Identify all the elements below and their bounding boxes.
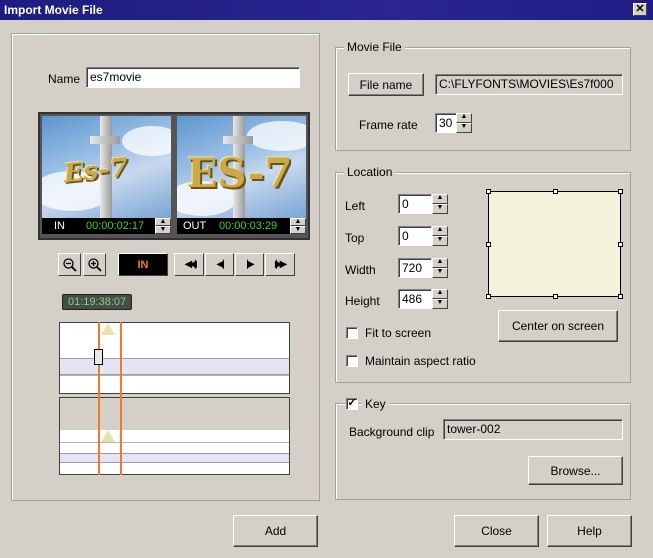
in-timecode: 00:00:02:17 xyxy=(86,220,145,232)
resize-handle-bl[interactable] xyxy=(486,294,491,299)
out-thumbnail: ES-7 xyxy=(177,116,306,218)
in-timecode-spinner[interactable]: ▲ ▼ xyxy=(155,218,171,234)
forward-end-icon: |▶▶ xyxy=(275,259,287,270)
in-timecode-bar: IN 00:00:02:17 xyxy=(42,218,171,234)
playhead-handle[interactable] xyxy=(94,349,103,365)
height-label: Height xyxy=(345,294,380,308)
top-spinner[interactable]: ▲ ▼ xyxy=(432,226,448,246)
timeline-lower[interactable] xyxy=(59,397,290,475)
rewind-start-icon: ◀◀| xyxy=(184,259,197,270)
height-input[interactable]: 486 xyxy=(398,289,432,309)
resize-handle-tr[interactable] xyxy=(618,189,623,194)
resize-handle-tc[interactable] xyxy=(553,189,558,194)
resize-handle-mr[interactable] xyxy=(618,242,623,247)
maintain-aspect-label[interactable]: Maintain aspect ratio xyxy=(365,354,476,368)
frame-rate-label: Frame rate xyxy=(359,118,418,132)
help-button[interactable]: Help xyxy=(547,515,632,547)
browse-button[interactable]: Browse... xyxy=(528,456,623,485)
step-back-button[interactable]: ◀| xyxy=(205,253,234,276)
fit-to-screen-label[interactable]: Fit to screen xyxy=(365,326,431,340)
add-button[interactable]: Add xyxy=(233,515,318,547)
out-timecode-bar: OUT 00:00:03:29 xyxy=(177,218,306,234)
frame-rate-input[interactable]: 30 xyxy=(435,113,457,133)
file-name-button[interactable]: File name xyxy=(348,73,424,96)
resize-handle-ml[interactable] xyxy=(486,242,491,247)
window-title: Import Movie File xyxy=(4,3,103,17)
out-point-line[interactable] xyxy=(120,322,122,475)
step-forward-button[interactable]: |▶ xyxy=(235,253,264,276)
movie-file-legend: Movie File xyxy=(344,40,405,54)
frame-rate-spinner[interactable]: ▲ ▼ xyxy=(456,113,472,133)
close-window-button[interactable]: ✕ xyxy=(633,3,647,16)
in-point-line[interactable] xyxy=(98,322,100,475)
zoom-in-icon xyxy=(87,257,102,272)
background-clip-label: Background clip xyxy=(349,425,435,439)
set-in-label: IN xyxy=(137,258,149,271)
width-label: Width xyxy=(345,263,376,277)
out-label: OUT xyxy=(183,220,207,232)
key-legend[interactable]: Key xyxy=(362,397,389,411)
name-label: Name xyxy=(48,72,81,86)
close-button[interactable]: Close xyxy=(454,515,539,547)
step-forward-icon: |▶ xyxy=(246,259,254,270)
background-clip-field: tower-002 xyxy=(443,419,623,440)
key-group xyxy=(335,403,631,500)
left-spinner[interactable]: ▲ ▼ xyxy=(432,194,448,214)
out-frame-title: ES-7 xyxy=(187,150,293,197)
movie-path-field: C:\FLYFONTS\MOVIES\Es7f000 xyxy=(435,74,623,95)
location-legend: Location xyxy=(344,165,396,179)
out-timecode-spinner[interactable]: ▲ ▼ xyxy=(290,218,306,234)
left-input[interactable]: 0 xyxy=(398,194,432,214)
key-checkbox[interactable]: ✓ xyxy=(346,398,358,410)
top-label: Top xyxy=(345,231,365,245)
step-back-icon: ◀| xyxy=(216,259,224,270)
zoom-out-button[interactable] xyxy=(58,253,81,276)
zoom-in-button[interactable] xyxy=(83,253,106,276)
location-preview[interactable] xyxy=(486,189,623,299)
in-thumbnail: Es-7 xyxy=(42,116,171,218)
width-input[interactable]: 720 xyxy=(398,258,432,278)
title-bar[interactable]: Import Movie File ✕ xyxy=(0,0,653,20)
left-label: Left xyxy=(345,199,366,213)
rewind-start-button[interactable]: ◀◀| xyxy=(174,253,204,276)
out-timecode: 00:00:03:29 xyxy=(219,220,278,232)
top-input[interactable]: 0 xyxy=(398,226,432,246)
resize-handle-bc[interactable] xyxy=(553,294,558,299)
resize-handle-br[interactable] xyxy=(618,294,623,299)
in-point-marker-lower[interactable] xyxy=(101,430,115,442)
close-icon: ✕ xyxy=(635,3,645,15)
resize-handle-tl[interactable] xyxy=(486,189,491,194)
movie-file-group: Movie File xyxy=(335,40,631,151)
set-in-button[interactable]: IN xyxy=(118,253,168,276)
timeline-timecode: 01:19:38:07 xyxy=(62,294,133,310)
center-on-screen-button[interactable]: Center on screen xyxy=(498,310,618,342)
width-spinner[interactable]: ▲ ▼ xyxy=(432,258,448,278)
in-label: IN xyxy=(54,220,65,232)
in-point-marker[interactable] xyxy=(101,323,115,335)
fit-to-screen-checkbox[interactable] xyxy=(346,327,358,339)
zoom-out-icon xyxy=(62,257,77,272)
height-spinner[interactable]: ▲ ▼ xyxy=(432,289,448,309)
import-movie-dialog: Import Movie File ✕ Name es7movie Es-7 I… xyxy=(0,0,653,558)
forward-end-button[interactable]: |▶▶ xyxy=(265,253,295,276)
name-input[interactable]: es7movie xyxy=(86,67,300,88)
maintain-aspect-checkbox[interactable] xyxy=(346,355,358,367)
